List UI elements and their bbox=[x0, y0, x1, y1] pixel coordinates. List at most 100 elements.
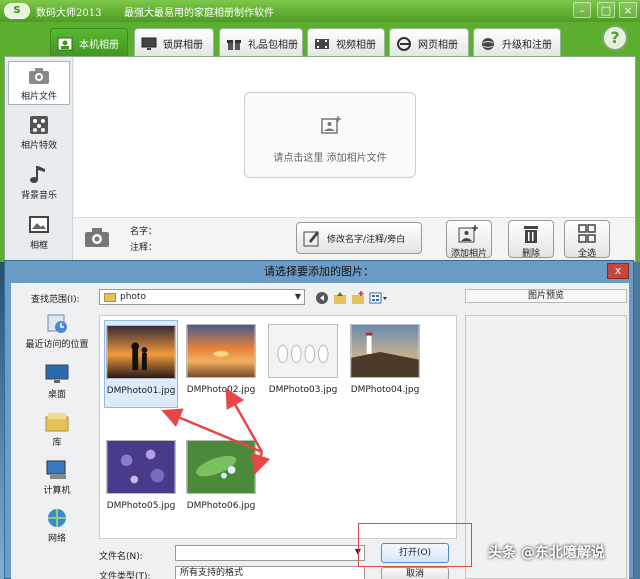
delete-button[interactable]: 删除 bbox=[508, 220, 554, 259]
minimize-button[interactable]: – bbox=[573, 2, 591, 18]
place-network[interactable]: 网络 bbox=[19, 507, 95, 544]
maximize-button[interactable]: □ bbox=[597, 2, 615, 18]
sidebar-item-background-music[interactable]: 背景音乐 bbox=[8, 161, 70, 205]
places-bar: 最近访问的位置 桌面 库 计算机 网络 bbox=[19, 313, 95, 563]
film-icon bbox=[314, 37, 330, 51]
back-icon[interactable] bbox=[315, 291, 329, 305]
filename-input[interactable]: ▼ bbox=[175, 545, 365, 561]
close-button[interactable]: × bbox=[619, 2, 637, 18]
filename-label: 文件名(N): bbox=[99, 552, 143, 562]
photo-thumbnail-purple-flowers bbox=[106, 440, 176, 494]
file-name: DMPhoto04.jpg bbox=[350, 385, 420, 395]
look-in-value: photo bbox=[120, 292, 146, 302]
look-in-label: 查找范围(I): bbox=[31, 295, 80, 305]
place-recent[interactable]: 最近访问的位置 bbox=[19, 313, 95, 350]
watermark-text: 头条 @东北噫解说 bbox=[488, 545, 605, 561]
sidebar-item-photo-frame[interactable]: 相框 bbox=[8, 211, 70, 255]
photo-thumbnail-sunset-couple bbox=[106, 325, 176, 379]
file-name: DMPhoto01.jpg bbox=[106, 386, 176, 396]
place-computer[interactable]: 计算机 bbox=[19, 459, 95, 496]
tab-local-album[interactable]: 本机相册 bbox=[50, 28, 128, 58]
open-button[interactable]: 打开(O) bbox=[381, 543, 449, 563]
place-label: 桌面 bbox=[47, 390, 66, 400]
folder-icon bbox=[104, 292, 116, 302]
edit-icon bbox=[303, 231, 319, 247]
globe-icon bbox=[480, 37, 496, 51]
file-item[interactable]: DMPhoto05.jpg bbox=[104, 440, 178, 511]
photo-canvas: 请点击这里 添加相片文件 bbox=[74, 57, 635, 217]
app-name: 数码大师2013 bbox=[36, 8, 102, 19]
file-item[interactable]: DMPhoto02.jpg bbox=[184, 324, 258, 395]
photo-album-icon bbox=[57, 37, 73, 51]
filetype-select[interactable]: 所有支持的格式 bbox=[175, 566, 365, 579]
add-image-dialog: 请选择要添加的图片： x 查找范围(I): photo ▼ 图片预览 最近访问的… bbox=[4, 260, 634, 579]
desktop-icon bbox=[45, 364, 69, 383]
help-button[interactable]: ? bbox=[602, 25, 628, 51]
computer-icon bbox=[46, 460, 66, 479]
filetype-label: 文件类型(T): bbox=[99, 572, 151, 579]
up-folder-icon[interactable] bbox=[333, 291, 347, 305]
place-desktop[interactable]: 桌面 bbox=[19, 363, 95, 400]
chevron-down-icon: ▼ bbox=[294, 292, 301, 301]
file-item[interactable]: DMPhoto03.jpg bbox=[266, 324, 340, 395]
add-photo-icon bbox=[321, 116, 341, 134]
cancel-button[interactable]: 取消 bbox=[381, 567, 449, 579]
chevron-down-icon: ▼ bbox=[354, 547, 361, 556]
camera-icon bbox=[85, 228, 109, 247]
add-photo-button[interactable]: 添加相片 bbox=[446, 220, 492, 259]
app-logo: S bbox=[4, 3, 30, 19]
tab-lockscreen-album[interactable]: 锁屏相册 bbox=[134, 28, 214, 58]
tab-label: 礼品包相册 bbox=[248, 40, 298, 51]
sidebar-item-photo-files[interactable]: 相片文件 bbox=[8, 61, 70, 105]
tab-bar: 本机相册 锁屏相册 礼品包相册 视频相册 网页相册 升级和注册 ? bbox=[0, 22, 640, 58]
dialog-close-button[interactable]: x bbox=[607, 263, 629, 279]
file-name: DMPhoto05.jpg bbox=[106, 501, 176, 511]
tab-label: 视频相册 bbox=[336, 40, 376, 51]
add-photo-dropzone[interactable]: 请点击这里 添加相片文件 bbox=[244, 92, 416, 178]
image-preview-pane bbox=[465, 315, 627, 579]
tab-web-album[interactable]: 网页相册 bbox=[389, 28, 469, 58]
file-name: DMPhoto02.jpg bbox=[186, 385, 256, 395]
photo-info-bar: 名字： 注释： 修改名字/注释/旁白 添加相片 删除 全选 bbox=[74, 217, 635, 261]
trash-icon bbox=[524, 226, 538, 243]
add-photo-icon bbox=[458, 225, 478, 243]
file-name: DMPhoto06.jpg bbox=[186, 501, 256, 511]
add-photo-hint: 请点击这里 添加相片文件 bbox=[273, 153, 387, 164]
tab-label: 升级和注册 bbox=[502, 40, 552, 51]
title-bar[interactable]: S 数码大师2013 最强大最易用的家庭相册制作软件 – □ × bbox=[0, 0, 640, 22]
library-icon bbox=[45, 413, 69, 432]
tab-label: 本机相册 bbox=[79, 40, 119, 51]
sidebar-item-label: 相片特效 bbox=[20, 141, 57, 151]
place-label: 库 bbox=[52, 438, 62, 448]
file-item[interactable]: DMPhoto04.jpg bbox=[348, 324, 422, 395]
app-slogan: 最强大最易用的家庭相册制作软件 bbox=[124, 8, 274, 19]
file-item[interactable]: DMPhoto06.jpg bbox=[184, 440, 258, 511]
place-library[interactable]: 库 bbox=[19, 411, 95, 448]
sidebar-item-label: 相片文件 bbox=[20, 92, 57, 102]
file-item[interactable]: DMPhoto01.jpg bbox=[104, 320, 178, 408]
view-menu-icon[interactable] bbox=[369, 291, 389, 305]
note-label: 注释： bbox=[130, 243, 158, 253]
select-all-button[interactable]: 全选 bbox=[564, 220, 610, 259]
select-all-label: 全选 bbox=[577, 249, 596, 259]
add-photo-label: 添加相片 bbox=[450, 249, 487, 259]
place-label: 最近访问的位置 bbox=[25, 340, 89, 350]
sidebar-item-label: 相框 bbox=[29, 241, 48, 251]
sidebar: 相片文件 相片特效 背景音乐 相框 bbox=[5, 57, 73, 261]
monitor-icon bbox=[141, 37, 157, 51]
recent-places-icon bbox=[47, 314, 67, 333]
new-folder-icon[interactable] bbox=[351, 291, 365, 305]
music-note-icon bbox=[30, 166, 45, 183]
gift-icon bbox=[226, 37, 242, 51]
place-label: 计算机 bbox=[43, 486, 71, 496]
sidebar-item-photo-effects[interactable]: 相片特效 bbox=[8, 111, 70, 155]
tab-gift-album[interactable]: 礼品包相册 bbox=[219, 28, 303, 58]
edit-name-note-narration-button[interactable]: 修改名字/注释/旁白 bbox=[296, 222, 422, 254]
picture-frame-icon bbox=[29, 216, 49, 233]
workspace: 相片文件 相片特效 背景音乐 相框 请点击这里 添加相片文件 名字： 注释： 修… bbox=[4, 56, 636, 262]
tab-upgrade-register[interactable]: 升级和注册 bbox=[473, 28, 561, 58]
tab-video-album[interactable]: 视频相册 bbox=[307, 28, 385, 58]
look-in-select[interactable]: photo ▼ bbox=[99, 289, 305, 305]
name-label: 名字： bbox=[130, 227, 158, 237]
ie-icon bbox=[396, 36, 412, 51]
